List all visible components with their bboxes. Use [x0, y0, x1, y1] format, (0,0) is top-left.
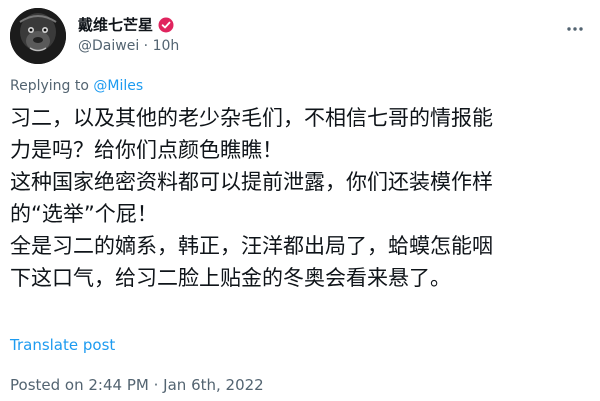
gorilla-avatar-icon — [10, 8, 66, 64]
author-display-name[interactable]: 戴维七芒星 — [78, 14, 153, 35]
replying-to: Replying to @Miles — [10, 78, 143, 94]
translate-post-link[interactable]: Translate post — [10, 336, 115, 354]
posted-label: Posted on — [10, 376, 84, 394]
posted-time[interactable]: 2:44 PM — [88, 376, 148, 394]
posted-date[interactable]: Jan 6th, 2022 — [163, 376, 264, 394]
author-name-row: 戴维七芒星 — [78, 14, 174, 35]
time-ago[interactable]: 10h — [153, 38, 180, 54]
replying-to-label: Replying to — [10, 78, 94, 94]
more-options-icon[interactable] — [564, 18, 586, 40]
tweet-text: 习二，以及其他的老少杂毛们，不相信七哥的情报能 力是吗？给你们点颜色瞧瞧！ 这种… — [10, 102, 595, 294]
tweet-line: 全是习二的嫡系，韩正，汪洋都出局了，蛤蟆怎能咽 — [10, 234, 493, 258]
tweet-line: 力是吗？给你们点颜色瞧瞧！ — [10, 138, 283, 162]
posted-meta: Posted on 2:44 PM · Jan 6th, 2022 — [10, 376, 264, 394]
avatar[interactable] — [10, 8, 66, 64]
verified-badge-icon — [158, 17, 174, 33]
tweet-line: 这种国家绝密资料都可以提前泄露，你们还装模作样 — [10, 170, 493, 194]
reply-target-link[interactable]: @Miles — [93, 78, 143, 94]
author-handle-row: @Daiwei · 10h — [78, 38, 179, 54]
tweet-line: 的“选举”个屁！ — [10, 202, 158, 226]
tweet-line: 下这口气，给习二脸上贴金的冬奥会看来悬了。 — [10, 266, 451, 290]
tweet-header: 戴维七芒星 @Daiwei · 10h — [8, 6, 592, 64]
posted-separator: · — [153, 376, 159, 394]
author-handle[interactable]: @Daiwei — [78, 38, 139, 54]
handle-separator: · — [143, 38, 149, 54]
tweet-line: 习二，以及其他的老少杂毛们，不相信七哥的情报能 — [10, 106, 493, 130]
